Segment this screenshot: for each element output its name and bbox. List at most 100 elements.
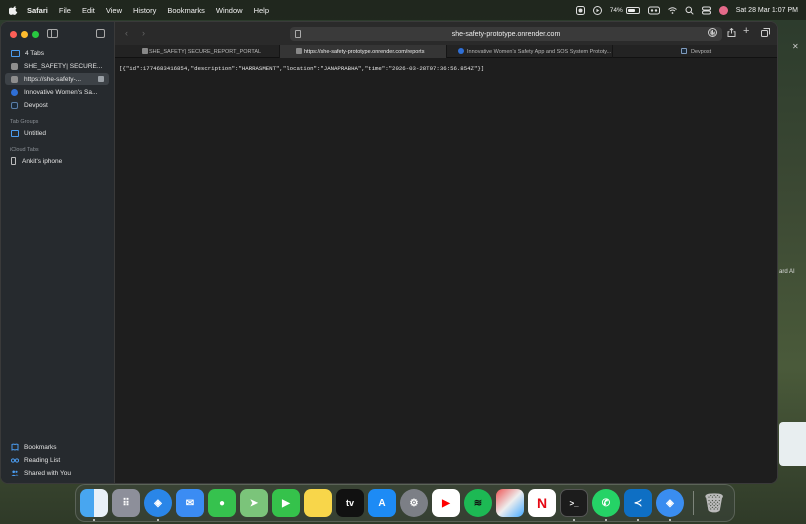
gallery-icon[interactable] (496, 489, 524, 517)
page-menu-icon[interactable] (295, 30, 301, 38)
menu-bookmarks[interactable]: Bookmarks (167, 6, 205, 15)
blue-circle-icon (11, 88, 18, 96)
youtube-icon[interactable]: ▶ (432, 489, 460, 517)
sidebar-tab-item[interactable]: SHE_SAFETY| SECURE... (5, 60, 109, 72)
appletv-icon[interactable]: tv (336, 489, 364, 517)
dock-separator (693, 491, 694, 515)
messages-icon[interactable]: ● (208, 489, 236, 517)
page-icon (11, 62, 18, 70)
menu-edit[interactable]: Edit (82, 6, 95, 15)
icloud-device-label: Ankit's iphone (22, 157, 63, 165)
menu-help[interactable]: Help (254, 6, 269, 15)
tab-secure-report-portal[interactable]: SHE_SAFETY| SECURE_REPORT_PORTAL (115, 45, 280, 58)
window-controls (10, 31, 39, 38)
settings-icon[interactable]: ⚙ (400, 489, 428, 517)
devpost-icon (681, 48, 687, 54)
icloud-tabs-heading: iCloud Tabs (10, 147, 39, 153)
downloads-icon[interactable] (708, 28, 717, 37)
iphone-icon (11, 157, 16, 165)
sidebar-bookmarks[interactable]: Bookmarks (5, 441, 109, 453)
sidebar-reading-list[interactable]: Reading List (5, 454, 109, 466)
netflix-icon[interactable]: N (528, 489, 556, 517)
appstore-icon[interactable]: A (368, 489, 396, 517)
menu-clock[interactable]: Sat 28 Mar 1:07 PM (736, 7, 798, 14)
spotify-icon[interactable]: ≋ (464, 489, 492, 517)
tab-overview-grid-icon[interactable] (761, 28, 770, 37)
tab-devpost[interactable]: Devpost (613, 45, 777, 58)
background-panel (779, 422, 806, 466)
icloud-device-item[interactable]: Ankit's iphone (5, 155, 109, 167)
control-center-icon[interactable] (701, 6, 711, 15)
facetime-icon[interactable]: ▶ (272, 489, 300, 517)
launchpad-icon[interactable]: ⠿ (112, 489, 140, 517)
user-avatar-icon[interactable] (718, 5, 728, 15)
screen-record-icon[interactable] (575, 5, 585, 15)
close-window-button[interactable] (10, 31, 17, 38)
close-tab-icon[interactable] (98, 76, 104, 82)
display-mirror-icon[interactable] (647, 6, 660, 15)
play-icon[interactable] (592, 5, 602, 15)
sidebar-tab-label: https://she-safety-... (24, 75, 82, 83)
battery-percent: 74% (609, 6, 623, 14)
whatsapp-icon[interactable]: ✆ (592, 489, 620, 517)
wifi-icon[interactable] (667, 6, 677, 15)
trash-icon[interactable]: 🗑 (700, 489, 728, 517)
sidebar-toggle-icon[interactable] (47, 29, 58, 38)
json-response-text: [{"id":1774683416854,"description":"HARR… (119, 65, 485, 72)
battery-fill (627, 8, 635, 12)
back-arrow-icon[interactable]: ‹ (125, 28, 128, 38)
running-indicator (669, 519, 671, 521)
sidebar-tab-label: Devpost (24, 101, 48, 109)
running-indicator (573, 519, 575, 521)
menu-view[interactable]: View (106, 6, 122, 15)
sidebar-tab-item-active[interactable]: https://she-safety-... (5, 73, 109, 85)
sidebar-tab-group-untitled[interactable]: Untitled (5, 127, 109, 139)
close-icon[interactable]: ✕ (792, 42, 799, 51)
devpost-icon (11, 101, 18, 109)
notes-icon[interactable] (304, 489, 332, 517)
toolbar: ‹ › she-safety-prototype.onrender.com ↻ … (115, 22, 777, 45)
tab-innovative-womens-safety[interactable]: Innovative Women's Safety App and SOS Sy… (447, 45, 613, 58)
sidebar: 4 Tabs SHE_SAFETY| SECURE... https://she… (1, 22, 115, 483)
tab-reports[interactable]: https://she-safety-prototype.onrender.co… (280, 45, 447, 58)
vscode-icon[interactable]: ≺ (624, 489, 652, 517)
forward-arrow-icon[interactable]: › (142, 28, 145, 38)
battery-status[interactable]: 74% (609, 6, 640, 14)
sidebar-tab-label: SHE_SAFETY| SECURE... (24, 62, 103, 70)
share-icon[interactable] (727, 28, 736, 37)
mail-icon[interactable]: ✉ (176, 489, 204, 517)
page-icon (11, 75, 18, 83)
maps-icon[interactable]: ➤ (240, 489, 268, 517)
running-indicator (93, 519, 95, 521)
tab-label: Devpost (691, 48, 712, 55)
apple-icon[interactable] (9, 5, 19, 15)
menu-history[interactable]: History (133, 6, 156, 15)
zoom-window-button[interactable] (32, 31, 39, 38)
terminal-icon[interactable]: >_ (560, 489, 588, 517)
safari-window: 4 Tabs SHE_SAFETY| SECURE... https://she… (0, 21, 778, 484)
sidebar-tabs-group[interactable]: 4 Tabs (5, 47, 109, 59)
tab-label: SHE_SAFETY| SECURE_REPORT_PORTAL (149, 48, 262, 55)
sidebar-tab-item[interactable]: Devpost (5, 99, 109, 111)
page-icon (296, 48, 302, 54)
new-tab-plus-icon[interactable]: + (743, 25, 749, 37)
sidebar-tabs-group-label: 4 Tabs (25, 49, 45, 57)
tab-bar: SHE_SAFETY| SECURE_REPORT_PORTAL https:/… (115, 45, 777, 58)
battery-icon (625, 6, 640, 14)
sidebar-shared-with-you[interactable]: Shared with You (5, 467, 109, 479)
book-icon (11, 443, 19, 451)
menu-app-name[interactable]: Safari (27, 6, 48, 15)
safari-downloads-icon[interactable]: ◈ (656, 489, 684, 517)
running-indicator (157, 519, 159, 521)
blue-circle-icon (458, 48, 464, 54)
address-bar[interactable]: she-safety-prototype.onrender.com ↻ (290, 27, 722, 41)
menu-file[interactable]: File (59, 6, 71, 15)
sidebar-tab-item[interactable]: Innovative Women's Sa... (5, 86, 109, 98)
finder-icon[interactable] (80, 489, 108, 517)
minimize-window-button[interactable] (21, 31, 28, 38)
spotlight-search-icon[interactable] (685, 6, 694, 15)
menu-window[interactable]: Window (216, 6, 243, 15)
tab-overview-icon[interactable] (96, 29, 105, 38)
running-indicator (605, 519, 607, 521)
safari-icon[interactable]: ◈ (144, 489, 172, 517)
